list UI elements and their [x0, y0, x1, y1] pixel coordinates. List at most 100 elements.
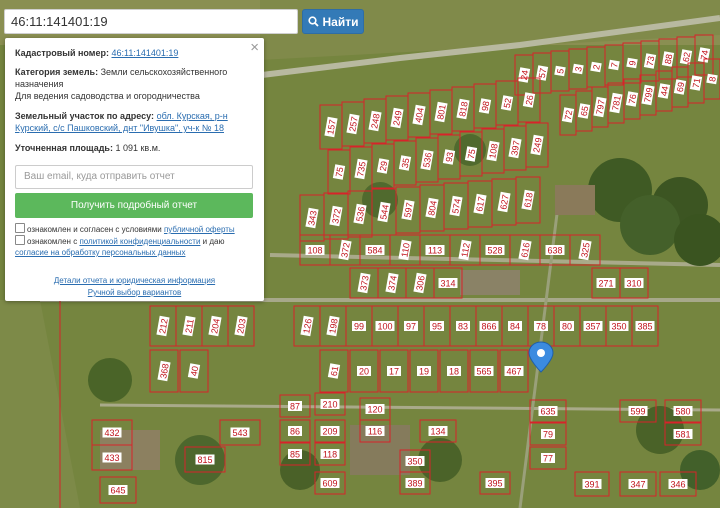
- details-link-row: Детали отчета и юридическая информация: [5, 275, 264, 287]
- parcel-label: 73: [645, 55, 657, 67]
- parcel-label: 210: [322, 400, 337, 410]
- parcel-label: 87: [290, 402, 300, 412]
- parcel-label: 86: [290, 427, 300, 437]
- parcel-label: 44: [659, 85, 671, 97]
- parcel-label: 79: [543, 430, 553, 440]
- search-button[interactable]: Найти: [302, 9, 364, 34]
- parcel-label: 467: [506, 367, 521, 377]
- parcel-label: 83: [458, 322, 468, 332]
- parcel-label: 385: [637, 322, 652, 332]
- parcel-label: 433: [104, 453, 119, 463]
- category-label: Категория земель:: [15, 67, 99, 77]
- parcel-label: 389: [407, 479, 422, 489]
- parcel-label: 77: [543, 454, 553, 464]
- usage-row: Для ведения садоводства и огородничества: [15, 90, 253, 102]
- get-report-button[interactable]: Получить подробный отчет: [15, 193, 253, 218]
- parcel-label: 580: [675, 407, 690, 417]
- parcel-label: 350: [407, 457, 422, 467]
- usage-value: Для ведения садоводства и огородничества: [15, 91, 200, 101]
- parcel-label: 350: [611, 322, 626, 332]
- parcel-label: 78: [536, 322, 546, 332]
- search-button-label: Найти: [322, 14, 359, 29]
- parcel-label: 69: [675, 81, 687, 93]
- parcel-label: 19: [419, 367, 429, 377]
- parcel-label: 88: [663, 53, 675, 65]
- parcel-label: 20: [359, 367, 369, 377]
- search-icon: [307, 16, 319, 27]
- cadastral-link[interactable]: 46:11:141401:19: [111, 48, 178, 58]
- parcel-label: 638: [547, 246, 562, 256]
- parcel-label: 581: [675, 430, 690, 440]
- parcel-label: 71: [691, 77, 703, 89]
- parcel-label: 26: [524, 94, 536, 106]
- personal-data-link[interactable]: согласие на обработку персональных данны…: [15, 248, 185, 257]
- parcel-label: 24: [519, 69, 531, 81]
- parcel-label: 52: [502, 97, 514, 109]
- parcel-label: 134: [430, 427, 445, 437]
- parcel-label: 108: [307, 246, 322, 256]
- manual-link-row: Ручной выбор вариантов: [5, 287, 264, 299]
- area-label: Уточненная площадь:: [15, 143, 113, 153]
- parcel-label: 209: [322, 427, 337, 437]
- parcel-label: 310: [626, 279, 641, 289]
- search-input[interactable]: 46:11:141401:19: [4, 9, 298, 34]
- consent-privacy: ознакомлен с политикой конфиденциальност…: [15, 235, 253, 258]
- parcel-label: 29: [378, 160, 390, 172]
- parcel-label: 395: [487, 479, 502, 489]
- parcel-label: 40: [189, 365, 201, 377]
- parcel-label: 75: [466, 148, 478, 160]
- parcel-label: 80: [562, 322, 572, 332]
- parcel-label: 75: [334, 166, 346, 178]
- parcel-label: 85: [290, 450, 300, 460]
- parcel-label: 61: [329, 365, 341, 377]
- parcel-label: 113: [428, 246, 442, 256]
- consent-offer: ознакомлен и согласен с условиями публич…: [15, 223, 253, 235]
- parcel-label: 72: [563, 109, 575, 121]
- details-link[interactable]: Детали отчета и юридическая информация: [54, 276, 215, 285]
- consent-privacy-mid: и даю: [202, 237, 225, 246]
- parcel-label: 99: [354, 322, 364, 332]
- area-row: Уточненная площадь: 1 091 кв.м.: [15, 142, 253, 154]
- address-row: Земельный участок по адресу: обл. Курска…: [15, 110, 253, 134]
- area-value: 1 091 кв.м.: [115, 143, 161, 153]
- parcel-label: 391: [584, 480, 599, 490]
- parcel-label: 815: [197, 455, 212, 465]
- parcel-label: 62: [681, 51, 693, 63]
- privacy-checkbox[interactable]: [15, 235, 25, 245]
- parcel-label: 100: [377, 322, 392, 332]
- parcel-label: 357: [585, 322, 600, 332]
- parcel-label: 565: [476, 367, 491, 377]
- parcel-label: 65: [579, 105, 591, 117]
- cadastral-row: Кадастровый номер: 46:11:141401:19: [15, 47, 253, 59]
- parcel-label: 584: [367, 246, 382, 256]
- parcel-label: 118: [323, 450, 337, 460]
- parcel-label: 93: [444, 151, 456, 163]
- parcel-label: 599: [630, 407, 645, 417]
- parcel-label: 314: [440, 279, 455, 289]
- parcel-label: 346: [670, 480, 685, 490]
- parcel-label: 120: [367, 405, 382, 415]
- offer-link[interactable]: публичной оферты: [164, 225, 235, 234]
- parcel-label: 866: [481, 322, 496, 332]
- category-row: Категория земель: Земли сельскохозяйстве…: [15, 66, 253, 90]
- parcel-label: 98: [480, 100, 492, 112]
- privacy-link[interactable]: политикой конфиденциальности: [79, 237, 200, 246]
- parcel-label: 84: [510, 322, 520, 332]
- parcel-label: 57: [537, 67, 549, 79]
- parcel-label: 116: [368, 427, 382, 437]
- info-panel: × Кадастровый номер: 46:11:141401:19 Кат…: [5, 38, 264, 301]
- parcel-label: 543: [232, 428, 247, 438]
- parcel-label: 347: [630, 480, 645, 490]
- parcel-label: 645: [110, 486, 125, 496]
- parcel-label: 271: [598, 279, 613, 289]
- parcel-label: 635: [540, 407, 555, 417]
- manual-select-link[interactable]: Ручной выбор вариантов: [88, 288, 181, 297]
- parcel-label: 35: [400, 157, 412, 169]
- email-field[interactable]: Ваш email, куда отправить отчет: [15, 165, 253, 189]
- offer-checkbox[interactable]: [15, 223, 25, 233]
- consent-offer-text: ознакомлен и согласен с условиями: [27, 225, 162, 234]
- parcel-label: 17: [389, 367, 399, 377]
- parcel-label: 528: [487, 246, 502, 256]
- address-label: Земельный участок по адресу:: [15, 111, 155, 121]
- parcel-label: 95: [432, 322, 442, 332]
